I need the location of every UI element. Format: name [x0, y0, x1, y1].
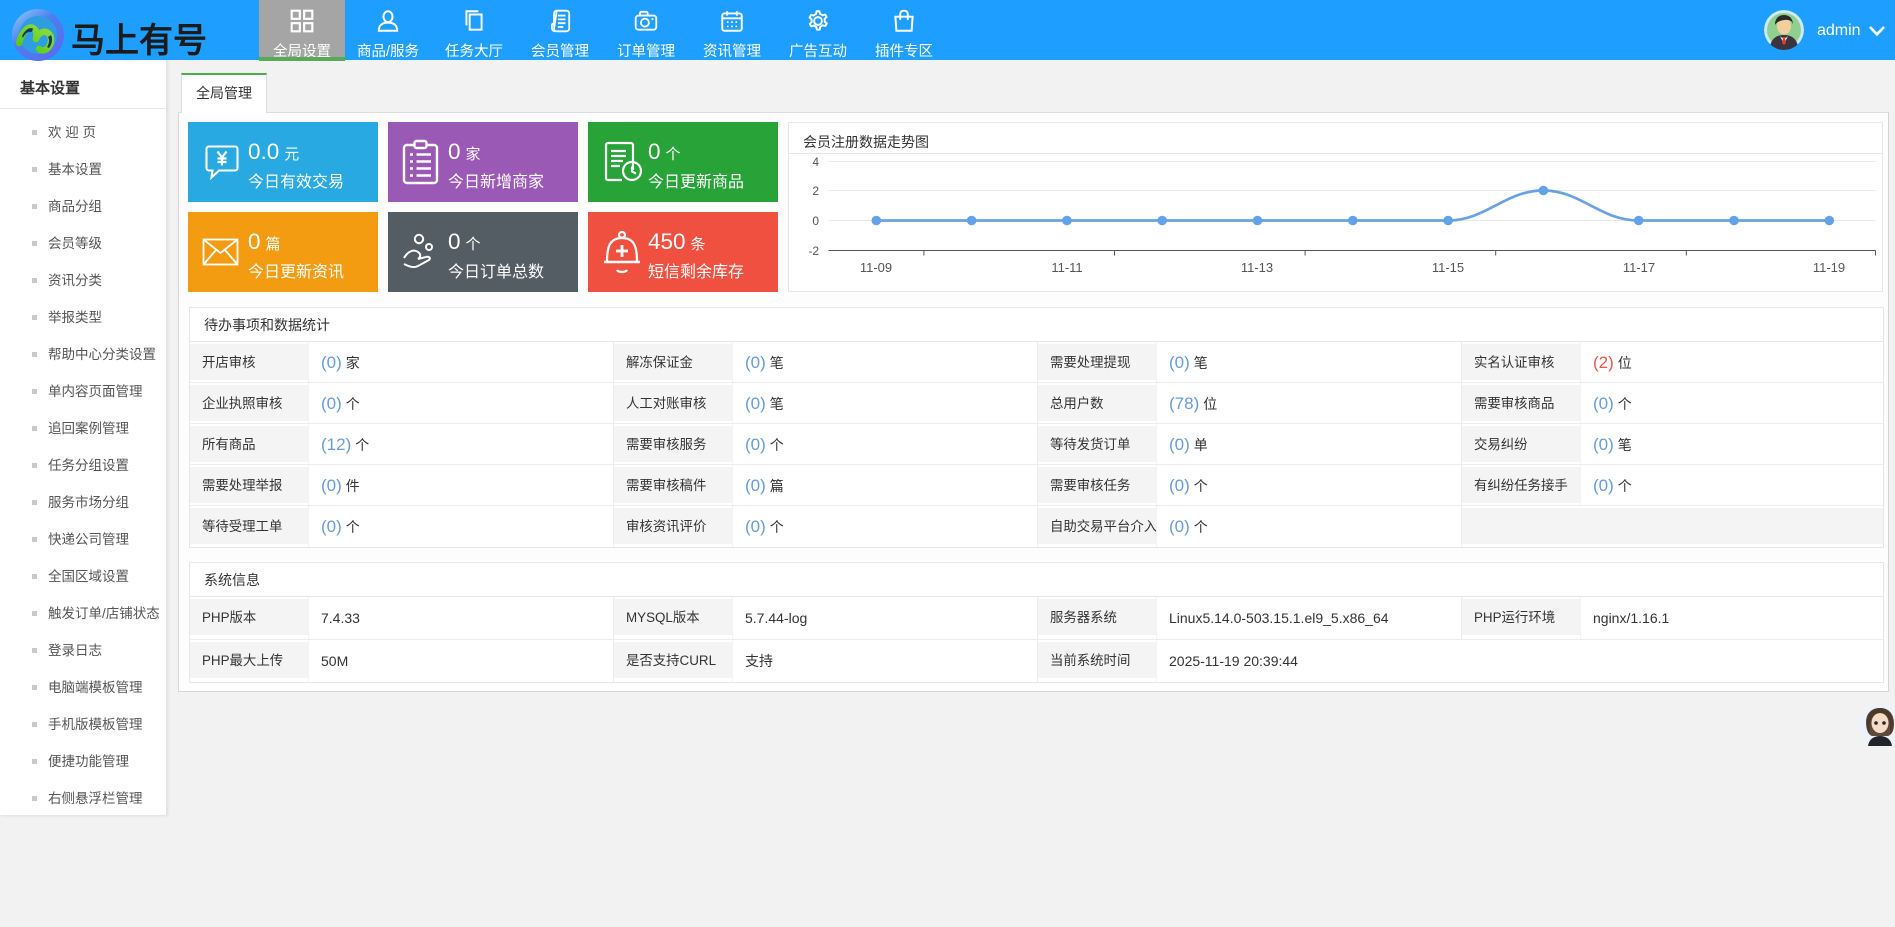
svg-text:0: 0 [812, 214, 819, 228]
svg-text:11-17: 11-17 [1623, 260, 1655, 275]
svg-text:-2: -2 [808, 244, 819, 258]
svg-text:4: 4 [812, 155, 819, 169]
svg-text:11-11: 11-11 [1051, 260, 1082, 275]
svg-text:11-15: 11-15 [1432, 260, 1464, 275]
svg-text:会员注册数据走势图: 会员注册数据走势图 [803, 134, 929, 150]
svg-text:11-19: 11-19 [1813, 260, 1845, 275]
svg-text:11-13: 11-13 [1241, 260, 1273, 275]
svg-text:2: 2 [812, 184, 819, 198]
svg-text:11-09: 11-09 [860, 260, 892, 275]
